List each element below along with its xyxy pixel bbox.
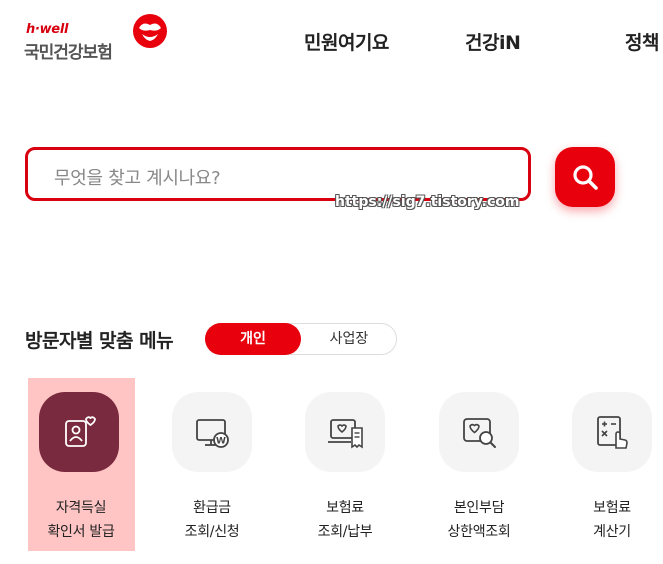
watermark-text: https://sig7.tistory.com [335, 194, 520, 210]
search-icon [573, 165, 598, 190]
menu-label-line2: 계산기 [593, 524, 631, 540]
menu-item-premium-payment[interactable]: 보험료 조회/납부 [290, 378, 400, 550]
nav-item-civil-service[interactable]: 민원여기요 [304, 28, 389, 55]
menu-icon-tile: W [172, 392, 252, 472]
id-card-heart-icon [65, 416, 96, 447]
search-input[interactable]: 무엇을 찾고 계시나요? [25, 147, 531, 201]
menu-label: 자격득실 확인서 발급 [26, 496, 136, 544]
menu-label-line1: 환급금 [193, 500, 231, 516]
menu-label: 환급금 조회/신청 [157, 496, 267, 544]
menu-label-line1: 보험료 [593, 500, 631, 516]
menu-label-line1: 자격득실 [55, 500, 107, 516]
menu-item-premium-calculator[interactable]: 보험료 계산기 [557, 378, 663, 550]
menu-icon-tile [305, 392, 385, 472]
nav-item-health-in[interactable]: 건강iN [465, 28, 521, 55]
calculator-hand-icon [597, 416, 628, 449]
logo-emblem-icon [133, 14, 167, 48]
menu-label: 본인부담 상한액조회 [424, 496, 534, 544]
menu-label-line1: 보험료 [326, 500, 364, 516]
menu-icon-tile [439, 392, 519, 472]
menu-item-copay-ceiling[interactable]: 본인부담 상한액조회 [424, 378, 534, 550]
menu-label-line2: 확인서 발급 [47, 524, 115, 540]
logo-hwell-text: h·well [26, 22, 69, 37]
tab-individual[interactable]: 개인 [205, 323, 301, 355]
logo-main-text: 국민건강보험 [24, 43, 113, 63]
menu-label-line2: 조회/신청 [184, 524, 240, 540]
visitor-type-toggle: 개인 사업장 [205, 323, 397, 355]
search-placeholder: 무엇을 찾고 계시나요? [54, 168, 221, 189]
laptop-receipt-icon [328, 419, 363, 449]
search-button[interactable] [555, 147, 615, 207]
monitor-won-icon: W [196, 419, 229, 448]
nav-item-policy[interactable]: 정책 [625, 28, 659, 55]
menu-label-line2: 조회/납부 [317, 524, 373, 540]
tab-business[interactable]: 사업장 [301, 323, 397, 355]
menu-item-refund[interactable]: W 환급금 조회/신청 [157, 378, 267, 550]
menu-label: 보험료 계산기 [557, 496, 663, 544]
svg-text:W: W [216, 437, 226, 447]
menu-label: 보험료 조회/납부 [290, 496, 400, 544]
section-title: 방문자별 맞춤 메뉴 [25, 330, 174, 352]
menu-item-qualification-certificate[interactable]: 자격득실 확인서 발급 [26, 378, 138, 551]
heart-search-icon [463, 418, 496, 448]
menu-label-line2: 상한액조회 [447, 524, 511, 540]
menu-icon-tile [39, 392, 119, 472]
menu-label-line1: 본인부담 [453, 500, 505, 516]
menu-icon-tile [572, 392, 652, 472]
nhis-logo[interactable]: h·well 국민건강보험 [24, 12, 174, 63]
